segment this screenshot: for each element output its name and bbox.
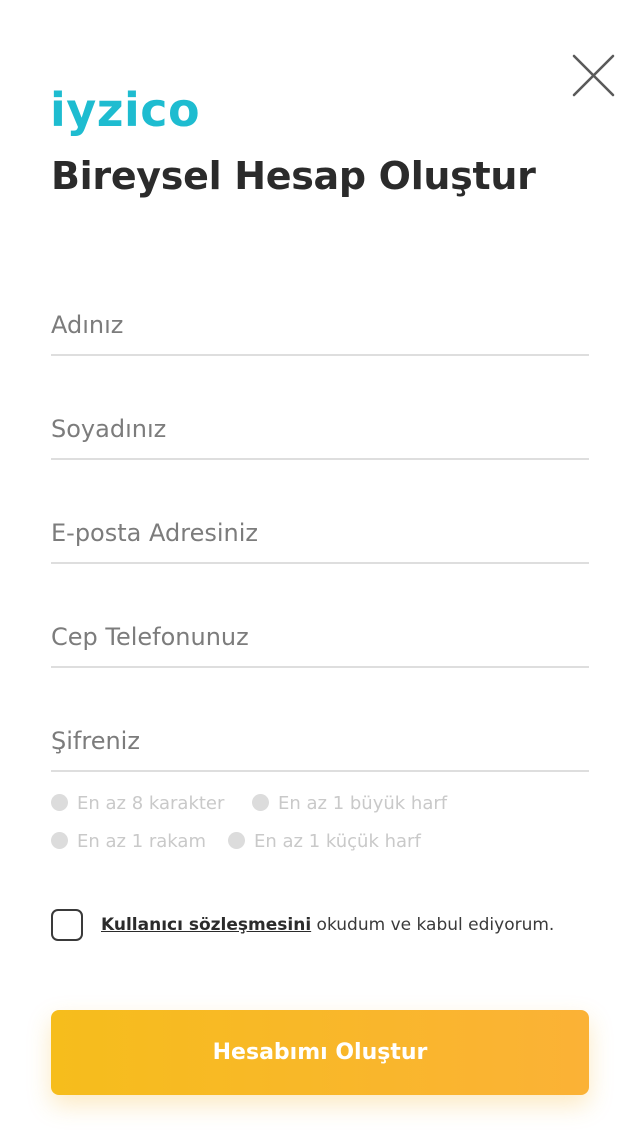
close-icon — [572, 54, 615, 97]
rule-label: En az 1 küçük harf — [254, 831, 421, 852]
rule-label: En az 8 karakter — [77, 793, 225, 814]
create-account-button[interactable]: Hesabımı Oluştur — [51, 1010, 589, 1095]
rule-label: En az 1 rakam — [77, 831, 206, 852]
password-input[interactable] — [51, 712, 589, 772]
create-account-screen: iyzico Bireysel Hesap Oluştur En az 8 ka… — [0, 0, 640, 1138]
rule-digit: En az 1 rakam — [51, 830, 206, 854]
phone-input[interactable] — [51, 608, 589, 668]
rule-status-icon — [228, 832, 245, 849]
first-name-input[interactable] — [51, 296, 589, 356]
rule-label: En az 1 büyük harf — [278, 793, 448, 814]
user-agreement-link[interactable]: Kullanıcı sözleşmesini — [101, 915, 311, 935]
iyzico-logo: iyzico — [50, 83, 201, 137]
page-title: Bireysel Hesap Oluştur — [51, 154, 536, 198]
agreement-rest-text: okudum ve kabul ediyorum. — [311, 915, 555, 935]
last-name-input[interactable] — [51, 400, 589, 460]
rule-uppercase: En az 1 büyük harf — [252, 792, 447, 816]
rule-lowercase: En az 1 küçük harf — [228, 830, 421, 854]
rule-status-icon — [252, 794, 269, 811]
agreement-row: Kullanıcı sözleşmesini okudum ve kabul e… — [51, 907, 554, 943]
agreement-text: Kullanıcı sözleşmesini okudum ve kabul e… — [101, 915, 554, 935]
agreement-checkbox[interactable] — [51, 909, 83, 941]
email-input[interactable] — [51, 504, 589, 564]
rule-status-icon — [51, 832, 68, 849]
close-button[interactable] — [566, 48, 622, 104]
rule-min-chars: En az 8 karakter — [51, 792, 224, 816]
rule-status-icon — [51, 794, 68, 811]
